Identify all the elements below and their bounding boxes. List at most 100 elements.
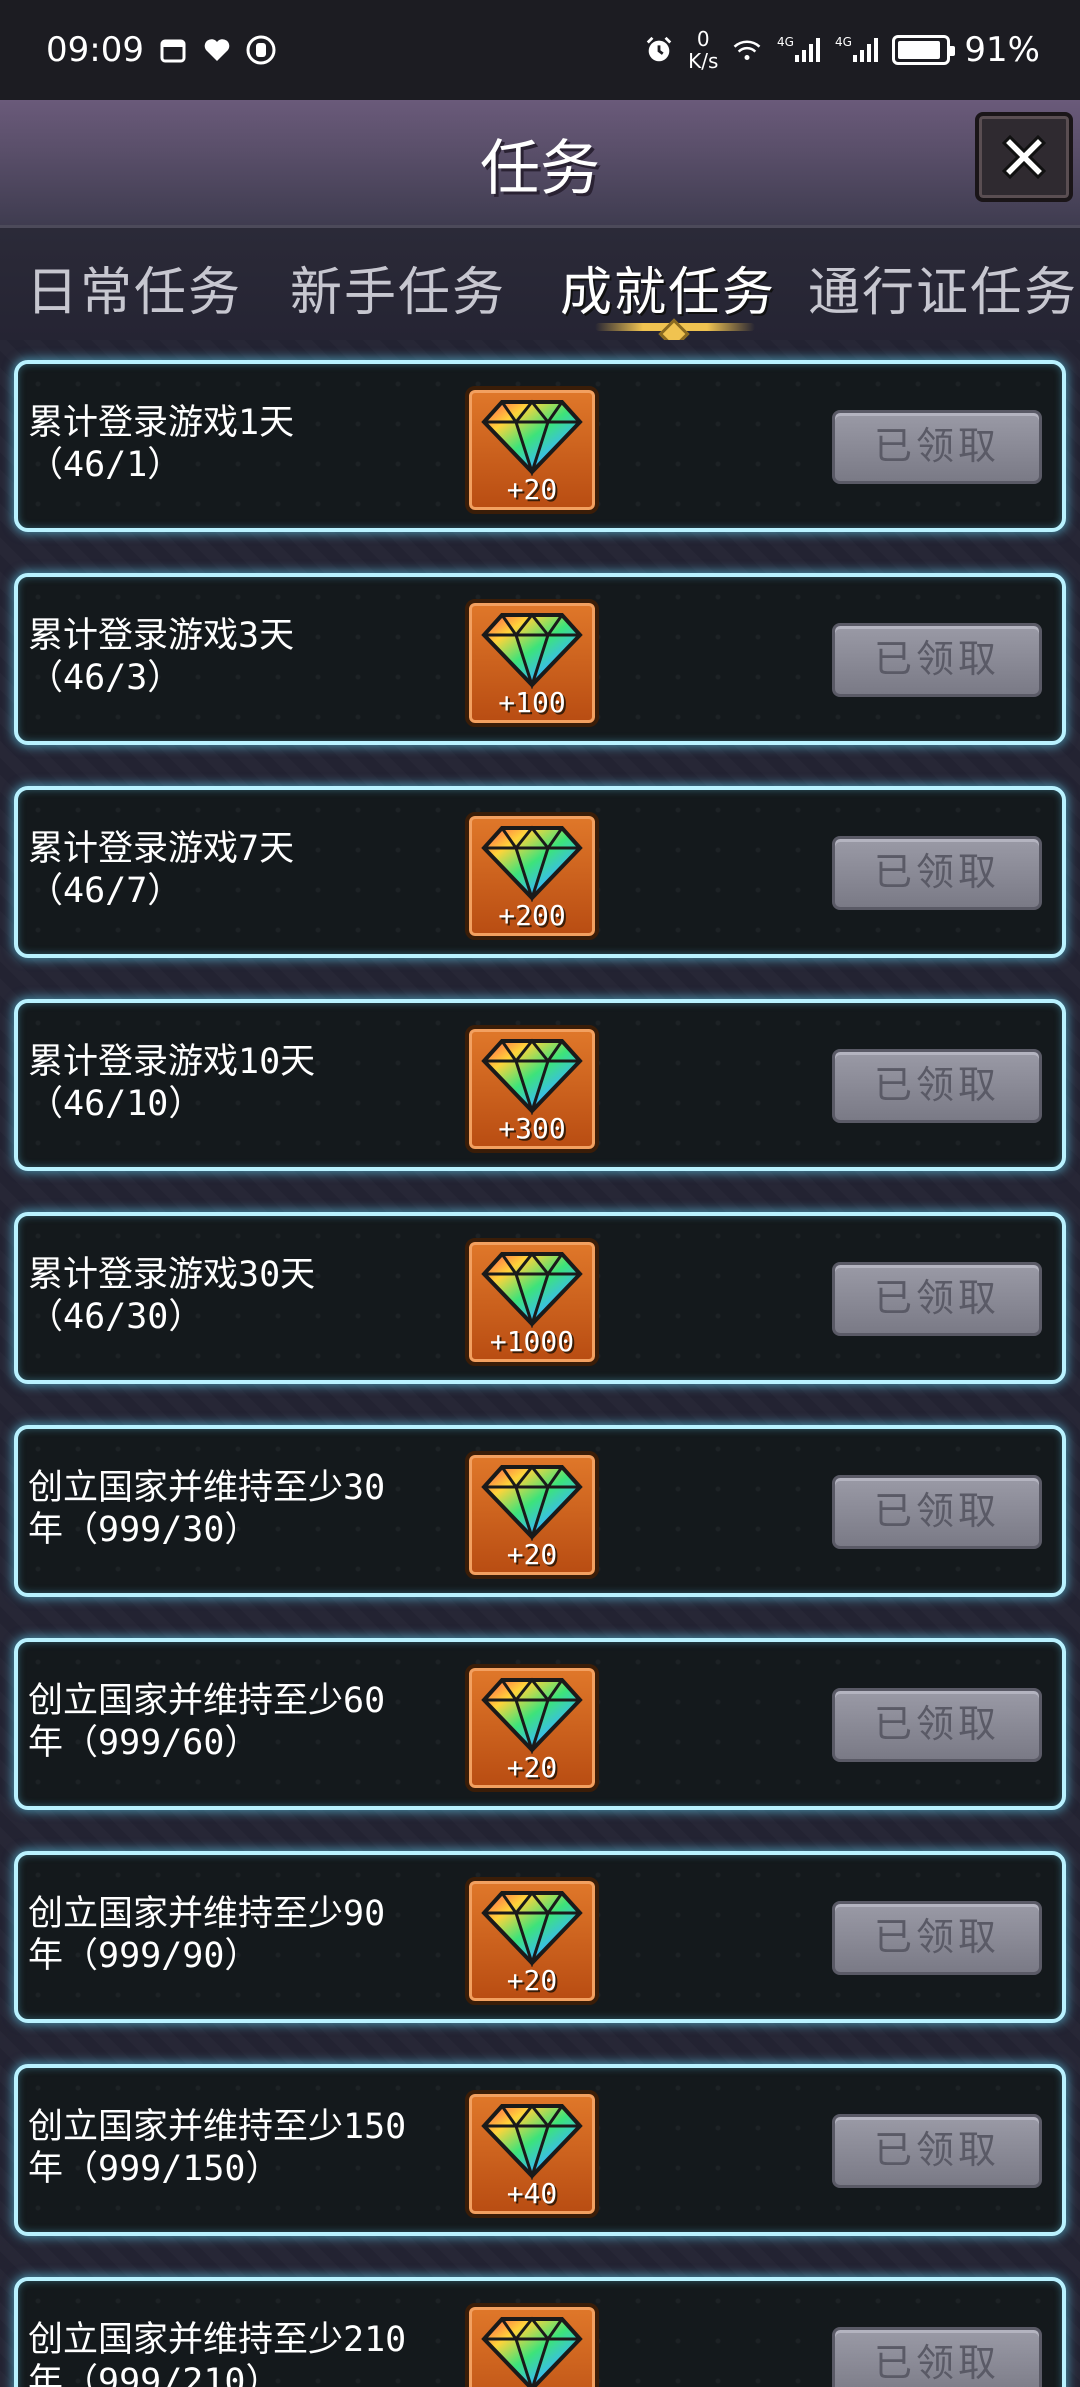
task-title: 累计登录游戏30天: [28, 1255, 316, 1295]
task-progress: 年（999/90）: [28, 1936, 260, 1976]
task-description: 创立国家并维持至少90 年（999/90）: [28, 1893, 438, 1977]
reward-amount: +300: [498, 1112, 566, 1145]
reward-amount: +20: [506, 1538, 558, 1571]
signal-icon: 4G: [776, 35, 820, 65]
task-card: 累计登录游戏7天 （46/7） +200 已领取: [14, 786, 1066, 958]
tab-pass[interactable]: 通行证任务: [808, 250, 1078, 325]
task-card: 创立国家并维持至少30 年（999/30） +20 已领取: [14, 1425, 1066, 1597]
task-progress: 年（999/60）: [28, 1723, 260, 1763]
task-description: 创立国家并维持至少30 年（999/30）: [28, 1467, 438, 1551]
claimed-button[interactable]: 已领取: [832, 2114, 1042, 2188]
status-time: 09:09: [46, 30, 144, 70]
reward-amount: +40: [506, 2177, 558, 2210]
task-progress: 年（999/210）: [28, 2362, 281, 2387]
signal-label-1: 4G: [776, 35, 794, 49]
tab-achievement[interactable]: 成就任务: [560, 250, 776, 325]
net-speed-value: 0: [696, 27, 710, 51]
task-progress: （46/3）: [28, 658, 183, 698]
task-title: 累计登录游戏1天: [28, 403, 295, 443]
task-progress: （46/10）: [28, 1084, 204, 1124]
reward-amount: +100: [498, 686, 566, 719]
task-description: 累计登录游戏30天 （46/30）: [28, 1254, 438, 1338]
task-title: 累计登录游戏7天: [28, 829, 295, 869]
heart-icon: [202, 35, 232, 65]
reward-badge: +20: [465, 1664, 599, 1792]
task-title: 累计登录游戏10天: [28, 1042, 316, 1082]
claimed-button[interactable]: 已领取: [832, 1901, 1042, 1975]
gem-icon: [481, 2316, 583, 2387]
reward-amount: +1000: [489, 1325, 575, 1358]
status-left: 09:09: [46, 30, 276, 70]
gem-icon: [481, 612, 583, 689]
battery-icon: [892, 35, 956, 65]
reward-amount: +20: [506, 1751, 558, 1784]
task-title: 创立国家并维持至少60: [28, 1681, 386, 1721]
reward-badge: +1000: [465, 1238, 599, 1366]
task-description: 累计登录游戏1天 （46/1）: [28, 402, 438, 486]
claimed-button[interactable]: 已领取: [832, 410, 1042, 484]
signal-icon-2: 4G: [834, 35, 878, 65]
gem-icon: [481, 399, 583, 476]
reward-badge: +300: [465, 1025, 599, 1153]
task-progress: 年（999/150）: [28, 2149, 281, 2189]
net-speed: 0 K/s: [688, 28, 718, 72]
header: 任务: [0, 100, 1080, 225]
task-progress: （46/7）: [28, 871, 183, 911]
task-card: 累计登录游戏3天 （46/3） +100 已领取: [14, 573, 1066, 745]
wifi-icon: [732, 35, 762, 65]
tab-newbie[interactable]: 新手任务: [290, 250, 506, 325]
task-description: 创立国家并维持至少210 年（999/210）: [28, 2319, 438, 2387]
status-bar: 09:09 0 K/s 4G 4G 91%: [0, 0, 1080, 100]
task-progress: （46/30）: [28, 1297, 204, 1337]
tab-bar: 日常任务 新手任务 成就任务 通行证任务: [0, 225, 1080, 340]
reward-badge: +40: [465, 2303, 599, 2387]
claimed-button[interactable]: 已领取: [832, 1049, 1042, 1123]
claimed-button[interactable]: 已领取: [832, 623, 1042, 697]
task-card: 累计登录游戏1天 （46/1） +20 已领取: [14, 360, 1066, 532]
task-title: 创立国家并维持至少30: [28, 1468, 386, 1508]
tab-daily[interactable]: 日常任务: [26, 250, 242, 325]
task-description: 创立国家并维持至少150 年（999/150）: [28, 2106, 438, 2190]
task-title: 累计登录游戏3天: [28, 616, 295, 656]
signal-label-2: 4G: [834, 35, 852, 49]
reward-badge: +20: [465, 1451, 599, 1579]
task-title: 创立国家并维持至少150: [28, 2107, 407, 2147]
task-card: 创立国家并维持至少90 年（999/90） +20 已领取: [14, 1851, 1066, 2023]
gem-icon: [481, 1038, 583, 1115]
alarm-icon: [644, 35, 674, 65]
close-icon: [1001, 134, 1047, 180]
task-progress: （46/1）: [28, 445, 183, 485]
reward-amount: +200: [498, 899, 566, 932]
task-card: 创立国家并维持至少210 年（999/210） 已领取: [14, 2277, 1066, 2387]
reward-badge: +20: [465, 386, 599, 514]
task-description: 累计登录游戏3天 （46/3）: [28, 615, 438, 699]
task-card: 累计登录游戏10天 （46/10） +300 已领取: [14, 999, 1066, 1171]
claimed-button[interactable]: 已领取: [832, 2327, 1042, 2387]
page-title: 任务: [480, 134, 600, 204]
reward-amount: +20: [506, 1964, 558, 1997]
task-description: 累计登录游戏7天 （46/7）: [28, 828, 438, 912]
task-progress: 年（999/30）: [28, 1510, 260, 1550]
battery-percent: 91%: [964, 30, 1040, 70]
reward-badge: +20: [465, 1877, 599, 2005]
net-speed-unit: K/s: [688, 49, 719, 73]
close-button[interactable]: [975, 112, 1073, 202]
claimed-button[interactable]: 已领取: [832, 1688, 1042, 1762]
reward-amount: +20: [506, 473, 558, 506]
gem-icon: [481, 2103, 583, 2180]
hand-icon: [246, 35, 276, 65]
battery-fill: [898, 41, 941, 59]
task-description: 创立国家并维持至少60 年（999/60）: [28, 1680, 438, 1764]
gem-icon: [481, 1677, 583, 1754]
gem-icon: [481, 825, 583, 902]
calendar-icon: [158, 35, 188, 65]
gem-icon: [481, 1251, 583, 1328]
claimed-button[interactable]: 已领取: [832, 1262, 1042, 1336]
task-title: 创立国家并维持至少90: [28, 1894, 386, 1934]
task-title: 创立国家并维持至少210: [28, 2320, 407, 2360]
reward-badge: +40: [465, 2090, 599, 2218]
claimed-button[interactable]: 已领取: [832, 836, 1042, 910]
claimed-button[interactable]: 已领取: [832, 1475, 1042, 1549]
task-list[interactable]: 累计登录游戏1天 （46/1） +20 已领取 累计登录游戏3天 （46/3） …: [0, 340, 1080, 2387]
task-card: 创立国家并维持至少150 年（999/150） +40 已领取: [14, 2064, 1066, 2236]
